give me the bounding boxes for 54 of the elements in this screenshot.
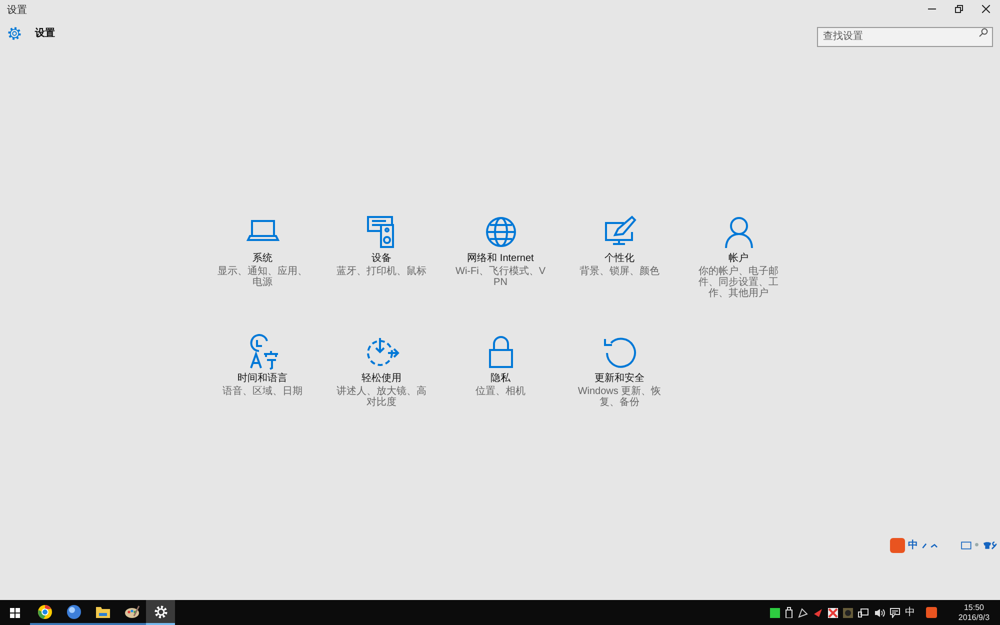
- category-title: 个性化: [604, 252, 634, 265]
- category-tile[interactable]: 轻松使用 讲述人、放大镜、高对比度: [322, 334, 441, 434]
- category-tile[interactable]: 系统 显示、通知、应用、电源: [203, 214, 322, 314]
- windows-logo-icon: [10, 608, 20, 618]
- clock[interactable]: 15:50 2016/9/3: [952, 602, 996, 622]
- page-title: 设置: [35, 26, 55, 40]
- category-title: 隐私: [490, 372, 510, 385]
- category-tile[interactable]: 网络和 Internet Wi-Fi、飞行模式、VPN: [441, 214, 560, 314]
- sogou-logo-icon: [890, 538, 905, 552]
- settings-icon[interactable]: [152, 604, 168, 620]
- category-tile[interactable]: 个性化 背景、锁屏、颜色: [560, 214, 679, 314]
- ime-indicator[interactable]: 中: [905, 605, 915, 620]
- category-tile[interactable]: 帐户 你的帐户、电子邮件、同步设置、工作、其他用户: [679, 214, 798, 314]
- clock-time: 15:50: [964, 602, 984, 612]
- usb-drive-icon[interactable]: [785, 607, 793, 618]
- ime-tools-icon[interactable]: [921, 540, 997, 550]
- restore-icon: [954, 5, 962, 13]
- category-description: 你的帐户、电子邮件、同步设置、工作、其他用户: [698, 266, 780, 299]
- category-tile[interactable]: 更新和安全 Windows 更新、恢复、备份: [560, 334, 679, 434]
- category-tile[interactable]: 时间和语言 语音、区域、日期: [203, 334, 322, 434]
- window-title: 设置: [6, 4, 27, 18]
- category-title: 时间和语言: [238, 372, 288, 385]
- browser-icon[interactable]: [36, 604, 52, 620]
- sogou-tray-icon[interactable]: [926, 607, 937, 618]
- close-icon: [982, 5, 990, 13]
- settings-icon: [7, 26, 22, 40]
- category-description: 语音、区域、日期: [222, 386, 304, 397]
- globe-icon[interactable]: [66, 604, 82, 620]
- category-description: 显示、通知、应用、电源: [216, 266, 308, 288]
- category-description: 背景、锁屏、颜色: [578, 266, 660, 277]
- search-field[interactable]: 查找设置: [817, 26, 993, 46]
- category-title: 帐户: [728, 252, 748, 265]
- category-title: 更新和安全: [594, 372, 644, 385]
- network-icon[interactable]: [858, 608, 869, 618]
- category-description: 位置、相机: [474, 386, 526, 397]
- category-tile[interactable]: 隐私 位置、相机: [441, 334, 560, 434]
- clock-date: 2016/9/3: [958, 612, 990, 622]
- ime-mode[interactable]: 中: [908, 538, 918, 552]
- category-description: Wi-Fi、飞行模式、VPN: [454, 266, 546, 288]
- palette-icon[interactable]: [124, 604, 140, 620]
- notification-icon[interactable]: [890, 608, 900, 618]
- taskbar-app[interactable]: [146, 600, 175, 625]
- tray-app-icon[interactable]: [828, 608, 838, 618]
- category-description: Windows 更新、恢复、备份: [576, 386, 662, 408]
- tray-status-icon[interactable]: [770, 608, 780, 618]
- category-description: 蓝牙、打印机、鼠标: [336, 266, 428, 277]
- category-description: 讲述人、放大镜、高对比度: [336, 386, 428, 408]
- search-icon: [979, 28, 988, 37]
- category-title: 系统: [252, 252, 272, 265]
- category-title: 网络和 Internet: [467, 252, 534, 265]
- category-title: 轻松使用: [362, 372, 402, 385]
- category-tile[interactable]: 设备 蓝牙、打印机、鼠标: [322, 214, 441, 314]
- speaker-icon[interactable]: [874, 608, 885, 618]
- category-title: 设备: [372, 252, 392, 265]
